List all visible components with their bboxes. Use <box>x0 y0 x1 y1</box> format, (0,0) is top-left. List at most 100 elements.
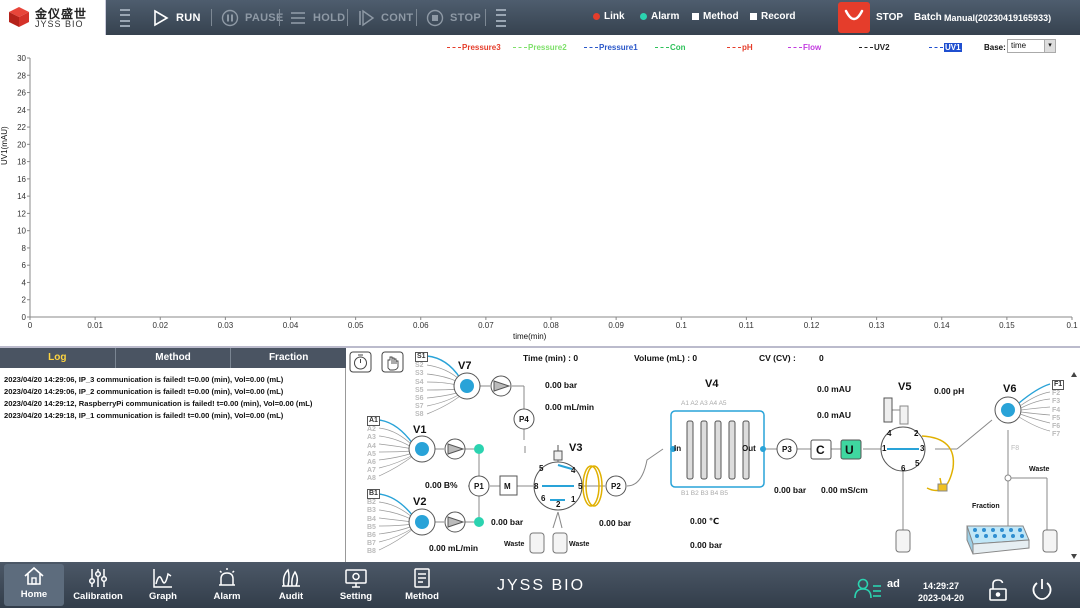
nav-method[interactable]: Method <box>392 566 452 602</box>
stop-method-button[interactable]: STOP <box>426 8 481 28</box>
volume-readout: Volume (mL) : 0 <box>634 353 698 363</box>
home-icon <box>24 566 44 585</box>
nav-alarm[interactable]: Alarm <box>197 566 257 602</box>
waste-label: Waste <box>569 541 590 548</box>
hold-button[interactable]: HOLD <box>289 8 345 28</box>
v6-outlet-labels: F1 F2 F3 F4 F5 F6 F7 <box>1052 380 1065 439</box>
timer-icon[interactable] <box>349 351 372 373</box>
v4-top-ports: A1 A2 A3 A4 A5 <box>681 400 727 407</box>
uv1-value: 0.0 mAU <box>817 384 852 394</box>
logo: 金仪盛世 JYSS BIO <box>0 0 106 35</box>
y-tick-label: 28 <box>17 71 26 80</box>
nav-setting[interactable]: Setting <box>326 566 386 602</box>
run-button[interactable]: RUN <box>152 8 201 28</box>
v1-inlet-labels: A1 A2 A3 A4 A5 A6 A7 A8 <box>367 416 380 483</box>
pump-v7-icon[interactable] <box>490 375 512 397</box>
y-tick-label: 24 <box>17 106 26 115</box>
x-tick-label: 0.07 <box>478 321 494 330</box>
tab-fraction[interactable]: Fraction <box>231 348 346 368</box>
record-square-icon <box>750 13 757 20</box>
x-tick-label: 0.05 <box>348 321 364 330</box>
x-tick-label: 0 <box>28 321 33 330</box>
valve-v2[interactable] <box>408 508 436 536</box>
valve-v7[interactable] <box>453 372 481 400</box>
nav-graph[interactable]: Graph <box>133 566 193 602</box>
v1-label: V1 <box>413 424 427 436</box>
nav-calibration[interactable]: Calibration <box>68 566 128 602</box>
m-label: M <box>504 482 511 491</box>
pump-a-icon[interactable] <box>444 438 466 460</box>
y-tick-label: 22 <box>17 123 26 132</box>
fraction-label: Fraction <box>972 503 1000 510</box>
u-label: U <box>845 443 854 457</box>
v2-pressure: 0.00 bar <box>491 517 524 527</box>
tab-method[interactable]: Method <box>116 348 232 368</box>
valve-v1[interactable] <box>408 435 436 463</box>
x-tick-label: 0.1 <box>676 321 688 330</box>
pause-button[interactable]: PAUSE <box>221 8 284 28</box>
log-list: 2023/04/20 14:29:06, IP_3 communication … <box>0 368 346 562</box>
power-icon[interactable] <box>1030 577 1054 601</box>
waste-bottle-icon <box>529 532 545 554</box>
p4-label: P4 <box>519 415 529 424</box>
method-indicator: Method <box>692 11 739 22</box>
x-tick-label: 0.11 <box>739 321 755 330</box>
mixer-b-dot-icon <box>474 517 484 527</box>
time-readout: Time (min) : 0 <box>523 353 579 363</box>
p1-label: P1 <box>474 482 484 491</box>
alarm-indicator: Alarm <box>640 11 679 22</box>
ph-value: 0.00 pH <box>934 386 965 396</box>
brand-text: JYSS BIO <box>497 577 586 594</box>
x-tick-label: 0.12 <box>804 321 820 330</box>
y-axis-label: UV1(mAU) <box>0 126 9 165</box>
cont-button[interactable]: CONT <box>357 8 413 28</box>
stop-method-label: STOP <box>450 12 481 24</box>
alarm-icon <box>219 568 235 586</box>
x-axis-label: time(min) <box>513 332 547 341</box>
user-icon[interactable] <box>854 577 882 599</box>
graph-icon <box>153 569 172 588</box>
x-tick-label: 0.14 <box>934 321 950 330</box>
y-tick-label: 8 <box>22 244 27 253</box>
v3-label: V3 <box>569 442 583 454</box>
stop-smile-icon <box>844 9 864 21</box>
emergency-stop-label: STOP <box>876 12 904 23</box>
uv2-value: 0.0 mAU <box>817 410 852 420</box>
waste-label: Waste <box>504 541 525 548</box>
p2-label: P2 <box>611 482 621 491</box>
waste-bottle-icon <box>1042 529 1058 553</box>
y-tick-label: 30 <box>17 54 26 63</box>
waste-bottle-icon <box>895 529 911 553</box>
manual-hand-icon[interactable] <box>381 351 404 373</box>
pump-b-icon[interactable] <box>444 511 466 533</box>
v4-bottom-ports: B1 B2 B3 B4 B5 <box>681 490 728 497</box>
user-name: ad <box>887 578 900 590</box>
clock: 14:29:27 2023-04-20 <box>918 580 964 604</box>
v7-pressure: 0.00 bar <box>545 380 578 390</box>
y-tick-label: 16 <box>17 175 26 184</box>
stop-icon <box>426 9 444 27</box>
valve-v6[interactable] <box>994 396 1022 424</box>
ph-probe-icon <box>937 483 948 492</box>
tab-log[interactable]: Log <box>0 348 116 368</box>
emergency-stop-button[interactable] <box>838 2 870 33</box>
logo-en-text: JYSS BIO <box>35 19 84 29</box>
nav-home[interactable]: Home <box>4 564 64 606</box>
run-label: RUN <box>176 12 201 24</box>
v5-label: V5 <box>898 381 912 393</box>
record-indicator: Record <box>750 11 795 22</box>
setting-monitor-icon <box>345 569 367 588</box>
fraction-plate-icon <box>966 525 1030 555</box>
hold-label: HOLD <box>313 12 346 24</box>
cube-logo-icon <box>9 7 29 27</box>
unlock-icon[interactable] <box>988 578 1008 602</box>
x-tick-label: 0.02 <box>152 321 168 330</box>
c-label: C <box>816 443 825 457</box>
v4-out-label: Out <box>742 444 756 453</box>
alarm-dot-icon <box>640 13 647 20</box>
x-tick-label: 0.15 <box>999 321 1015 330</box>
nav-audit[interactable]: Audit <box>261 566 321 602</box>
b-percent: 0.00 B% <box>425 480 458 490</box>
pause-icon <box>221 9 239 27</box>
cont-label: CONT <box>381 12 414 24</box>
